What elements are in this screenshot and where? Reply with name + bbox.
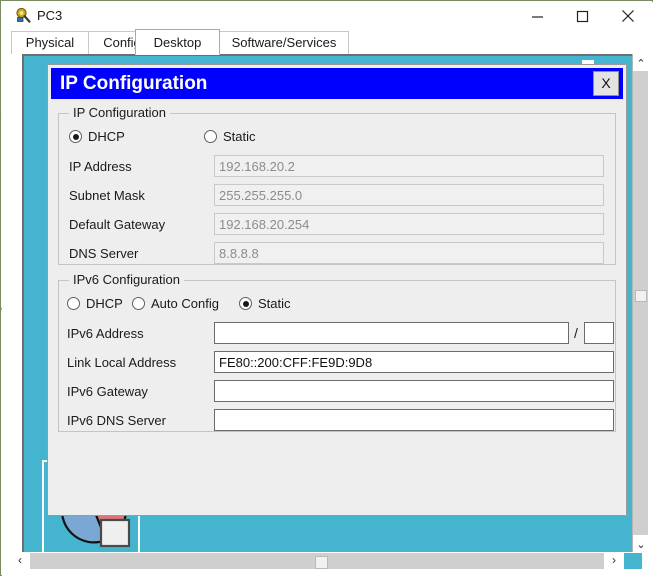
label-dns-server: DNS Server xyxy=(69,246,139,261)
input-subnet-mask[interactable] xyxy=(214,184,604,206)
dialog-close-button[interactable]: X xyxy=(593,71,619,96)
close-icon[interactable] xyxy=(605,3,650,29)
ipv4-group-legend: IP Configuration xyxy=(69,105,170,120)
label-default-gateway: Default Gateway xyxy=(69,217,166,232)
label-ipv6-dns-server: IPv6 DNS Server xyxy=(67,413,166,428)
input-dns-server[interactable] xyxy=(214,242,604,264)
label-subnet-mask: Subnet Mask xyxy=(69,188,145,203)
radio-ipv6-auto-config[interactable]: Auto Config xyxy=(132,295,219,313)
vertical-scrollbar-thumb[interactable] xyxy=(635,290,647,302)
scroll-down-icon[interactable]: ⌄ xyxy=(633,535,649,552)
tab-desktop[interactable]: Desktop xyxy=(135,29,220,55)
radio-ipv4-static[interactable]: Static xyxy=(204,128,256,146)
ip-configuration-dialog: IP Configuration X IP Configuration DHCP… xyxy=(47,64,627,516)
maximize-icon[interactable] xyxy=(560,3,605,29)
radio-dot-icon xyxy=(69,130,82,143)
tab-software-services[interactable]: Software/Services xyxy=(219,31,349,55)
input-ipv6-address[interactable] xyxy=(214,322,569,344)
prefix-separator: / xyxy=(574,325,578,341)
radio-ipv6-dhcp[interactable]: DHCP xyxy=(67,295,123,313)
tab-strip: Physical Config Desktop Software/Service… xyxy=(2,29,653,55)
tab-physical[interactable]: Physical xyxy=(11,31,89,55)
label-ipv6-gateway: IPv6 Gateway xyxy=(67,384,148,399)
radio-dot-icon xyxy=(239,297,252,310)
radio-dot-icon xyxy=(67,297,80,310)
input-default-gateway[interactable] xyxy=(214,213,604,235)
horizontal-scrollbar-track[interactable] xyxy=(30,553,604,569)
horizontal-scrollbar-thumb[interactable] xyxy=(315,556,328,569)
radio-label: Static xyxy=(258,296,291,311)
desktop-canvas: r or xyxy=(22,54,635,552)
scroll-left-icon[interactable]: ‹ xyxy=(10,553,30,569)
radio-label: DHCP xyxy=(86,296,123,311)
input-ip-address[interactable] xyxy=(214,155,604,177)
content-left-gutter xyxy=(10,54,22,552)
label-ipv6-address: IPv6 Address xyxy=(67,326,144,341)
title-bar: PC3 xyxy=(2,2,653,29)
input-ipv6-dns-server[interactable] xyxy=(214,409,614,431)
desktop-content-area: r or xyxy=(2,54,653,576)
device-pc-icon xyxy=(15,7,32,24)
input-ipv6-prefix[interactable] xyxy=(584,322,614,344)
ipv6-group-legend: IPv6 Configuration xyxy=(69,272,184,287)
radio-label: DHCP xyxy=(88,129,125,144)
ipv4-group-box: IP Configuration DHCP Static IP Address … xyxy=(58,105,616,265)
horizontal-scrollbar[interactable]: ‹ › xyxy=(10,552,642,570)
input-link-local-address[interactable] xyxy=(214,351,614,373)
radio-ipv6-static[interactable]: Static xyxy=(239,295,291,313)
window-title: PC3 xyxy=(37,8,63,23)
label-ip-address: IP Address xyxy=(69,159,132,174)
dialog-title-bar: IP Configuration X xyxy=(51,68,623,99)
pc3-window: F M /2 PC3 Physical Config Desktop Softw… xyxy=(0,0,653,576)
input-ipv6-gateway[interactable] xyxy=(214,380,614,402)
radio-ipv4-dhcp[interactable]: DHCP xyxy=(69,128,125,146)
radio-label: Auto Config xyxy=(151,296,219,311)
scroll-right-icon[interactable]: › xyxy=(604,553,624,569)
radio-dot-icon xyxy=(204,130,217,143)
dialog-title: IP Configuration xyxy=(60,73,208,94)
vertical-scrollbar[interactable]: ⌃ ⌄ xyxy=(632,54,649,552)
scrollbar-corner xyxy=(624,553,642,569)
radio-dot-icon xyxy=(132,297,145,310)
minimize-icon[interactable] xyxy=(515,3,560,29)
scroll-up-icon[interactable]: ⌃ xyxy=(633,54,649,71)
label-link-local-address: Link Local Address xyxy=(67,355,177,370)
ipv6-group-box: IPv6 Configuration DHCP Auto Config Stat… xyxy=(58,272,616,432)
radio-label: Static xyxy=(223,129,256,144)
